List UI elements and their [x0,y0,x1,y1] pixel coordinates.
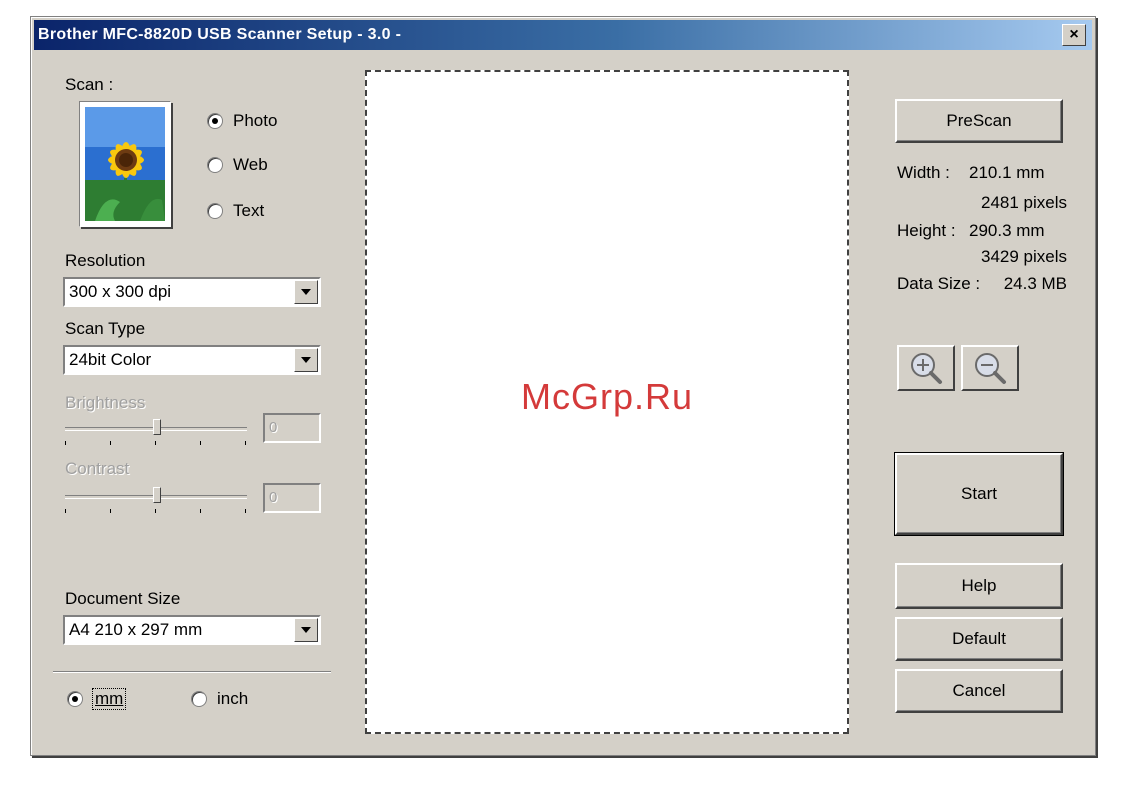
mm-label: mm [91,688,127,710]
data-size-label: Data Size : [897,274,981,293]
slider-tick [110,509,111,513]
slider-tick [200,509,201,513]
contrast-label: Contrast [65,459,130,478]
width-label: Width : [897,163,950,182]
preview-area[interactable]: McGrp.Ru [365,70,849,734]
zoom-out-button[interactable] [961,345,1019,391]
brightness-slider[interactable] [65,419,247,447]
slider-tick [155,441,156,445]
slider-tick [200,441,201,445]
sunflower-photo-icon [79,101,171,227]
cancel-button[interactable]: Cancel [895,669,1063,713]
text-label: Text [233,201,265,220]
inch-label: inch [217,689,249,708]
photo-label: Photo [233,111,278,130]
scan-type-label: Scan Type [65,319,146,338]
document-size-select[interactable]: A4 210 x 297 mm [63,615,321,645]
slider-tick [245,441,246,445]
watermark-text: McGrp.Ru [520,376,694,417]
resolution-label: Resolution [65,251,146,270]
scan-option-text[interactable]: Text [207,201,264,221]
scan-type-select[interactable]: 24bit Color [63,345,321,375]
scan-label: Scan : [65,75,114,94]
zoom-out-icon [975,353,1006,384]
slider-tick [245,509,246,513]
help-button[interactable]: Help [895,563,1063,609]
document-size-label: Document Size [65,589,181,608]
contrast-value[interactable]: 0 [263,483,321,513]
default-button[interactable]: Default [895,617,1063,661]
scan-option-photo[interactable]: Photo [207,111,277,131]
web-label: Web [233,155,268,174]
slider-thumb[interactable] [153,487,161,503]
resolution-value: 300 x 300 dpi [69,282,172,301]
chevron-down-icon[interactable] [294,280,318,304]
chevron-down-icon[interactable] [294,348,318,372]
height-label: Height : [897,221,956,240]
width-pixels: 2481 pixels [980,193,1067,212]
zoom-in-button[interactable] [897,345,955,391]
zoom-in-icon [911,353,942,384]
close-button[interactable]: × [1062,24,1086,46]
scanner-setup-window: Brother MFC-8820D USB Scanner Setup - 3.… [30,16,1096,756]
unit-option-inch[interactable]: inch [191,689,248,709]
document-size-value: A4 210 x 297 mm [69,620,203,639]
brightness-label: Brightness [65,393,146,412]
inch-radio[interactable] [191,691,207,707]
unit-option-mm[interactable]: mm [67,688,127,710]
slider-thumb[interactable] [153,419,161,435]
width-mm: 210.1 mm [969,163,1045,182]
scan-option-web[interactable]: Web [207,155,268,175]
height-mm: 290.3 mm [969,221,1045,240]
height-pixels: 3429 pixels [980,247,1067,266]
data-size-value: 24.3 MB [1003,274,1067,293]
slider-tick [110,441,111,445]
text-radio[interactable] [207,203,223,219]
photo-radio[interactable] [207,113,223,129]
resolution-select[interactable]: 300 x 300 dpi [63,277,321,307]
brightness-value[interactable]: 0 [263,413,321,443]
chevron-down-icon[interactable] [294,618,318,642]
prescan-button[interactable]: PreScan [895,99,1063,143]
window-title: Brother MFC-8820D USB Scanner Setup - 3.… [38,26,402,43]
divider [53,671,331,673]
mm-radio[interactable] [67,691,83,707]
title-bar: Brother MFC-8820D USB Scanner Setup - 3.… [34,20,1092,50]
contrast-slider[interactable] [65,487,247,515]
slider-tick [155,509,156,513]
slider-tick [65,441,66,445]
scan-type-value: 24bit Color [69,350,152,369]
start-button[interactable]: Start [894,452,1064,536]
web-radio[interactable] [207,157,223,173]
slider-tick [65,509,66,513]
